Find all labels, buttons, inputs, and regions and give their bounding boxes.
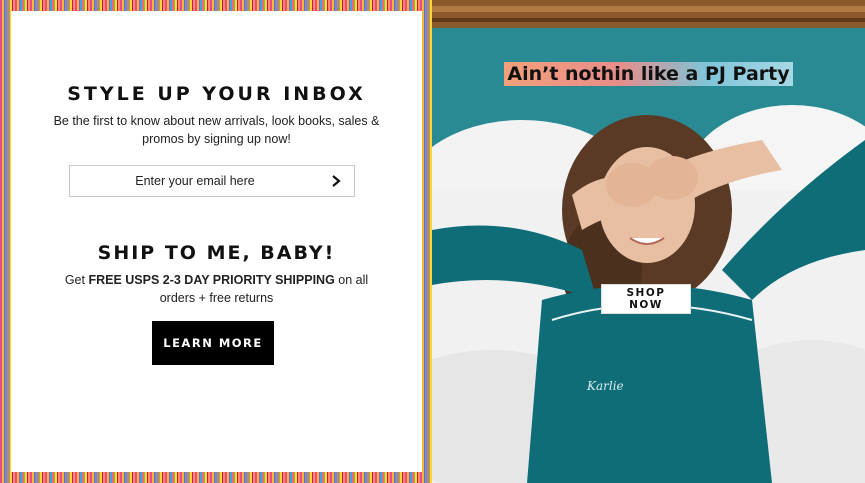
shipping-text-bold: FREE USPS 2-3 DAY PRIORITY SHIPPING [88,273,335,287]
promo-title-text: Ain’t nothin like a PJ Party [504,62,793,86]
email-signup-form [69,165,355,197]
newsletter-heading: STYLE UP YOUR INBOX [67,83,366,105]
learn-more-button[interactable]: LEARN MORE [152,321,274,365]
email-input[interactable] [70,166,320,196]
chevron-right-icon[interactable] [326,170,346,192]
shipping-heading: SHIP TO ME, BABY! [97,242,336,264]
shop-now-button[interactable]: SHOP NOW [601,284,691,314]
newsletter-panel: STYLE UP YOUR INBOX Be the first to know… [0,0,432,483]
newsletter-description: Be the first to know about new arrivals,… [53,114,380,146]
newsletter-card: STYLE UP YOUR INBOX Be the first to know… [11,11,422,472]
shipping-description: Get FREE USPS 2-3 DAY PRIORITY SHIPPING … [51,271,382,307]
promo-panel[interactable]: Karlie Ain’t nothin like a PJ Party SHOP… [432,0,865,483]
promo-title: Ain’t nothin like a PJ Party [432,62,865,86]
pajama-script: Karlie [586,379,624,393]
shipping-text-prefix: Get [64,273,89,287]
